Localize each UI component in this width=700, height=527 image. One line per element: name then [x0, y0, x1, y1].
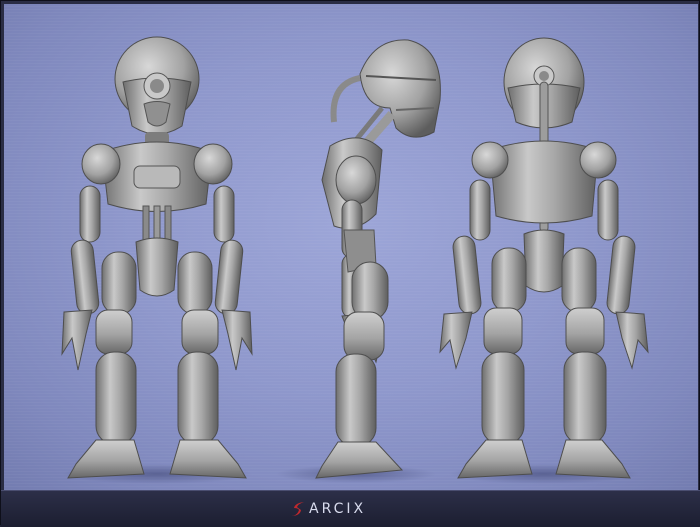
- robot-front-view: [61, 36, 253, 484]
- image-frame: ARCIX: [0, 0, 700, 527]
- brand-mark-icon: [291, 502, 304, 516]
- render-canvas: [4, 4, 698, 490]
- footer-bar: ARCIX: [1, 490, 700, 527]
- robot-side-view: [276, 39, 441, 483]
- robot-back-view: [439, 37, 649, 484]
- brand-name: ARCIX: [309, 501, 367, 517]
- brand-logo: ARCIX: [289, 498, 366, 520]
